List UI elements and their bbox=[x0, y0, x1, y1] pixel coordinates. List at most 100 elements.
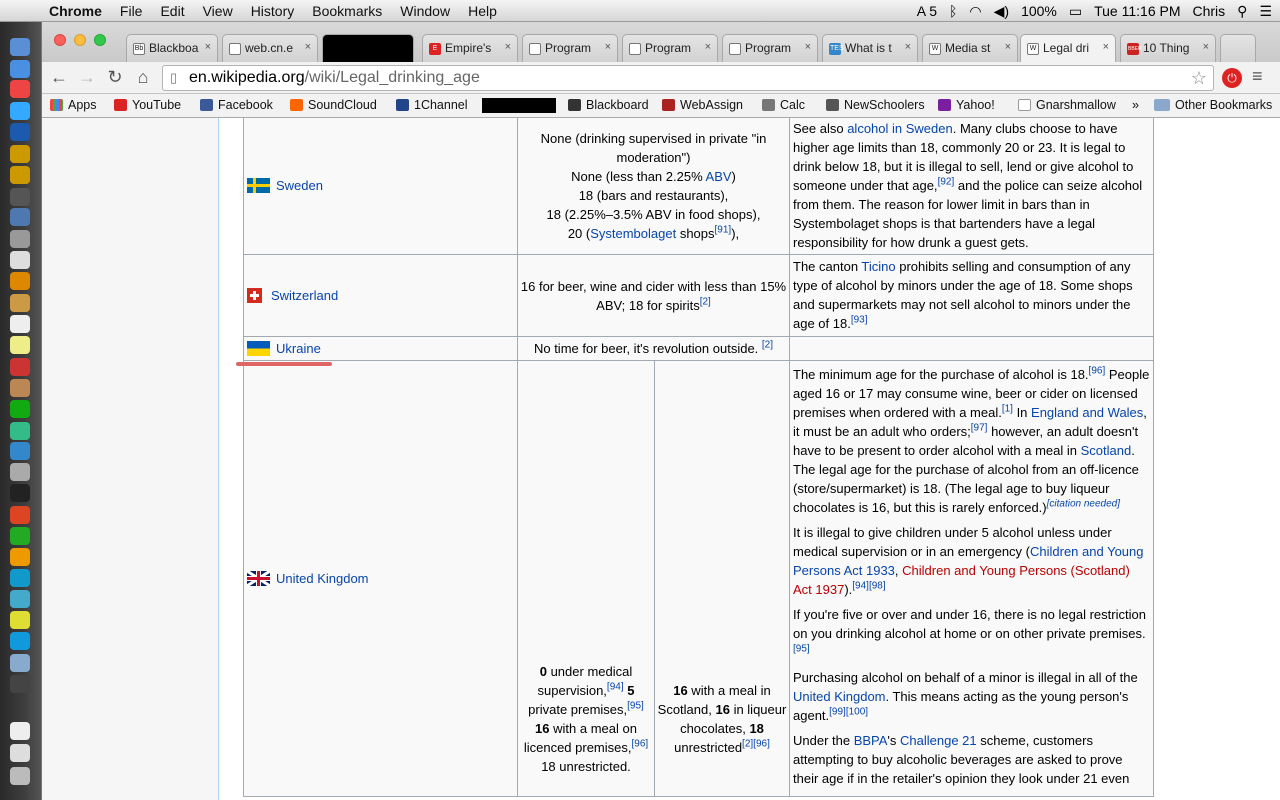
reload-icon[interactable]: ↻ bbox=[104, 67, 126, 88]
app-icon[interactable] bbox=[10, 230, 30, 248]
adblock-icon[interactable]: ⏻ bbox=[1222, 68, 1242, 88]
systembolaget-link[interactable]: Systembolaget bbox=[590, 226, 676, 241]
menu-edit[interactable]: Edit bbox=[151, 3, 193, 19]
app-icon[interactable] bbox=[10, 272, 30, 290]
bookmarks-overflow-chevron-icon[interactable]: » bbox=[1132, 98, 1139, 112]
close-tab-icon[interactable]: × bbox=[705, 41, 711, 53]
alcohol-in-sweden-link[interactable]: alcohol in Sweden bbox=[847, 121, 953, 136]
reference-link[interactable]: [99][100] bbox=[829, 707, 868, 718]
close-tab-icon[interactable]: × bbox=[605, 41, 611, 53]
menu-history[interactable]: History bbox=[242, 3, 304, 19]
address-bar[interactable]: ▯ en.wikipedia.org/wiki/Legal_drinking_a… bbox=[162, 65, 1214, 91]
menu-icon[interactable]: ≡ bbox=[1252, 66, 1263, 87]
close-window-button[interactable] bbox=[54, 34, 66, 46]
ticino-link[interactable]: Ticino bbox=[861, 259, 895, 274]
united-kingdom-link[interactable]: United Kingdom bbox=[793, 689, 886, 704]
bookmark-star-icon[interactable]: ☆ bbox=[1191, 66, 1207, 90]
tab-empire[interactable]: E Empire's × bbox=[422, 34, 518, 62]
close-tab-icon[interactable]: × bbox=[905, 41, 911, 53]
reference-link[interactable]: [97] bbox=[971, 423, 988, 434]
user-name[interactable]: Chris bbox=[1193, 3, 1226, 19]
bookmark-blackboard[interactable]: Blackboard bbox=[568, 98, 649, 112]
app-icon[interactable] bbox=[10, 675, 30, 693]
notification-center-icon[interactable]: ☰ bbox=[1259, 3, 1272, 20]
scotland-link[interactable]: Scotland bbox=[1081, 443, 1132, 458]
bookmark-yahoo[interactable]: Yahoo! bbox=[938, 98, 995, 112]
menu-file[interactable]: File bbox=[111, 3, 152, 19]
close-tab-icon[interactable]: × bbox=[1005, 41, 1011, 53]
reference-link[interactable]: [95] bbox=[627, 700, 644, 711]
video-icon[interactable] bbox=[10, 188, 30, 206]
app-icon[interactable] bbox=[10, 379, 30, 397]
challenge-21-link[interactable]: Challenge 21 bbox=[900, 733, 977, 748]
forward-arrow-icon[interactable]: → bbox=[76, 67, 98, 88]
app-icon[interactable] bbox=[10, 569, 30, 587]
app-icon[interactable] bbox=[10, 548, 30, 566]
clock[interactable]: Tue 11:16 PM bbox=[1094, 3, 1180, 19]
tab-redacted[interactable] bbox=[322, 34, 414, 62]
back-arrow-icon[interactable]: ← bbox=[48, 67, 70, 88]
reference-link[interactable]: [92] bbox=[938, 177, 955, 188]
minimize-window-button[interactable] bbox=[74, 34, 86, 46]
app-icon[interactable] bbox=[10, 744, 30, 762]
reference-link[interactable]: [94] bbox=[607, 681, 624, 692]
bookmark-newschoolers[interactable]: NewSchoolers bbox=[826, 98, 925, 112]
finder-icon[interactable] bbox=[10, 38, 30, 56]
app-icon[interactable] bbox=[10, 463, 30, 481]
safari-icon[interactable] bbox=[10, 60, 30, 78]
tab-program-2[interactable]: Program × bbox=[622, 34, 718, 62]
app-icon[interactable] bbox=[10, 422, 30, 440]
app-icon[interactable] bbox=[10, 590, 30, 608]
reference-link[interactable]: [2][96] bbox=[742, 738, 770, 749]
app-icon[interactable] bbox=[10, 654, 30, 672]
bookmark-facebook[interactable]: Facebook bbox=[200, 98, 273, 112]
tab-web-cn[interactable]: web.cn.e × bbox=[222, 34, 318, 62]
reference-link[interactable]: [91] bbox=[715, 224, 732, 235]
zoom-window-button[interactable] bbox=[94, 34, 106, 46]
reference-link[interactable]: [94][98] bbox=[852, 581, 885, 592]
tab-10-things[interactable]: BBER 10 Thing × bbox=[1120, 34, 1216, 62]
trash-icon[interactable] bbox=[10, 767, 30, 785]
chrome-icon[interactable] bbox=[10, 80, 30, 98]
battery-percent[interactable]: 100% bbox=[1021, 3, 1057, 19]
wifi-icon[interactable]: ◠ bbox=[969, 3, 981, 20]
country-link[interactable]: Sweden bbox=[276, 178, 323, 193]
app-store-icon[interactable] bbox=[10, 442, 30, 460]
tab-blackboard[interactable]: Bb Blackboa × bbox=[126, 34, 218, 62]
reference-link[interactable]: [2] bbox=[762, 340, 773, 351]
document-icon[interactable] bbox=[10, 722, 30, 740]
bookmark-webassign[interactable]: WebAssign bbox=[662, 98, 743, 112]
messages-icon[interactable] bbox=[10, 102, 30, 120]
close-tab-icon[interactable]: × bbox=[505, 41, 511, 53]
reference-link[interactable]: [96] bbox=[1089, 366, 1106, 377]
menu-window[interactable]: Window bbox=[391, 3, 459, 19]
bookmark-other-bookmarks[interactable]: Other Bookmarks bbox=[1154, 98, 1272, 112]
menu-app-name[interactable]: Chrome bbox=[40, 3, 111, 19]
after-effects-icon[interactable] bbox=[10, 208, 30, 226]
page-viewport[interactable]: Sweden None (drinking supervised in priv… bbox=[42, 118, 1280, 800]
tab-program-1[interactable]: Program × bbox=[522, 34, 618, 62]
app-icon[interactable] bbox=[10, 251, 30, 269]
country-link[interactable]: United Kingdom bbox=[276, 571, 369, 586]
home-icon[interactable]: ⌂ bbox=[132, 67, 154, 88]
close-tab-icon[interactable]: × bbox=[1103, 41, 1109, 53]
reference-link[interactable]: [95] bbox=[793, 644, 810, 655]
bookmark-apps[interactable]: Apps bbox=[50, 98, 97, 112]
bookmark-gnarshmallow[interactable]: Gnarshmallow bbox=[1018, 98, 1116, 112]
reference-link[interactable]: [2] bbox=[700, 296, 711, 307]
abv-link[interactable]: ABV bbox=[706, 169, 732, 184]
close-tab-icon[interactable]: × bbox=[305, 41, 311, 53]
calendar-icon[interactable] bbox=[10, 315, 30, 333]
app-icon[interactable] bbox=[10, 294, 30, 312]
menu-help[interactable]: Help bbox=[459, 3, 506, 19]
tab-legal-drinking-age[interactable]: W Legal dri × bbox=[1020, 34, 1116, 63]
app-icon[interactable] bbox=[10, 400, 30, 418]
close-tab-icon[interactable]: × bbox=[1203, 41, 1209, 53]
citation-needed-link[interactable]: [citation needed] bbox=[1047, 499, 1120, 510]
england-and-wales-link[interactable]: England and Wales bbox=[1031, 405, 1143, 420]
app-icon[interactable] bbox=[10, 358, 30, 376]
bluetooth-icon[interactable]: ᛒ bbox=[949, 3, 957, 19]
close-tab-icon[interactable]: × bbox=[205, 41, 211, 53]
skype-icon[interactable] bbox=[10, 632, 30, 650]
adobe-icon[interactable]: A 5 bbox=[917, 3, 937, 19]
